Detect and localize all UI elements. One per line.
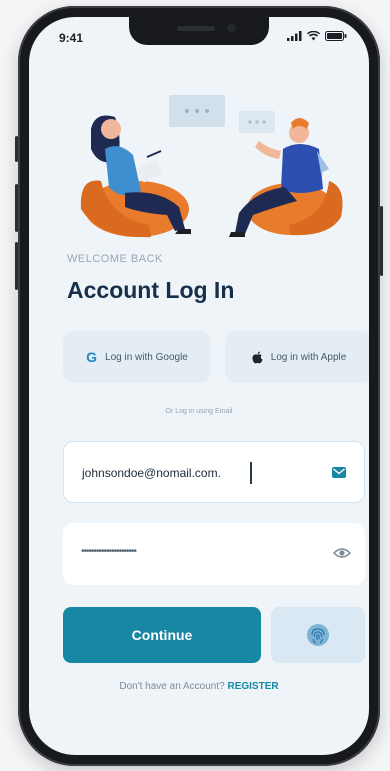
register-prompt: Don't have an Account? REGISTER	[29, 681, 369, 692]
mute-switch	[15, 136, 18, 162]
password-value: ••••••••••••••••••••••	[81, 546, 137, 557]
phone-frame: 9:41 WELCOME BACK Account Log In G Log i…	[15, 6, 383, 766]
hero-illustration	[80, 95, 343, 238]
front-camera	[227, 24, 236, 33]
email-field[interactable]: johnsondoe@nomail.com.	[63, 441, 365, 503]
page-title: Account Log In	[67, 277, 235, 303]
email-value: johnsondoe@nomail.com.	[82, 466, 221, 480]
signal-icon	[287, 31, 302, 41]
man-figure	[229, 118, 343, 237]
chat-bubble-left-icon	[169, 95, 225, 127]
status-time: 9:41	[59, 31, 84, 45]
text-cursor	[250, 462, 252, 484]
speaker	[177, 26, 215, 31]
register-prompt-text: Don't have an Account?	[119, 681, 225, 692]
continue-button[interactable]: Continue	[63, 607, 261, 663]
welcome-label: WELCOME BACK	[67, 253, 163, 265]
volume-down-button	[15, 242, 18, 290]
woman-figure	[80, 115, 191, 238]
google-login-label: Log in with Google	[105, 351, 188, 363]
battery-icon	[325, 31, 347, 41]
mail-icon	[332, 467, 346, 478]
screen: 9:41 WELCOME BACK Account Log In G Log i…	[29, 17, 369, 755]
apple-icon	[252, 351, 263, 363]
eye-icon[interactable]	[333, 547, 351, 559]
chat-bubble-right-icon	[239, 111, 275, 133]
wifi-icon	[307, 31, 320, 41]
volume-up-button	[15, 184, 18, 232]
register-link[interactable]: REGISTER	[227, 681, 278, 692]
fingerprint-icon	[307, 624, 329, 646]
google-login-button[interactable]: G Log in with Google	[63, 331, 211, 383]
apple-login-button[interactable]: Log in with Apple	[225, 331, 369, 383]
fingerprint-button[interactable]	[271, 607, 365, 663]
google-icon: G	[86, 349, 98, 365]
notch	[129, 17, 269, 45]
apple-login-label: Log in with Apple	[270, 351, 347, 363]
divider-text: Or Log in using Email	[165, 408, 233, 415]
status-icons	[287, 31, 347, 41]
password-field[interactable]: ••••••••••••••••••••••	[63, 523, 365, 585]
power-button	[380, 206, 383, 276]
